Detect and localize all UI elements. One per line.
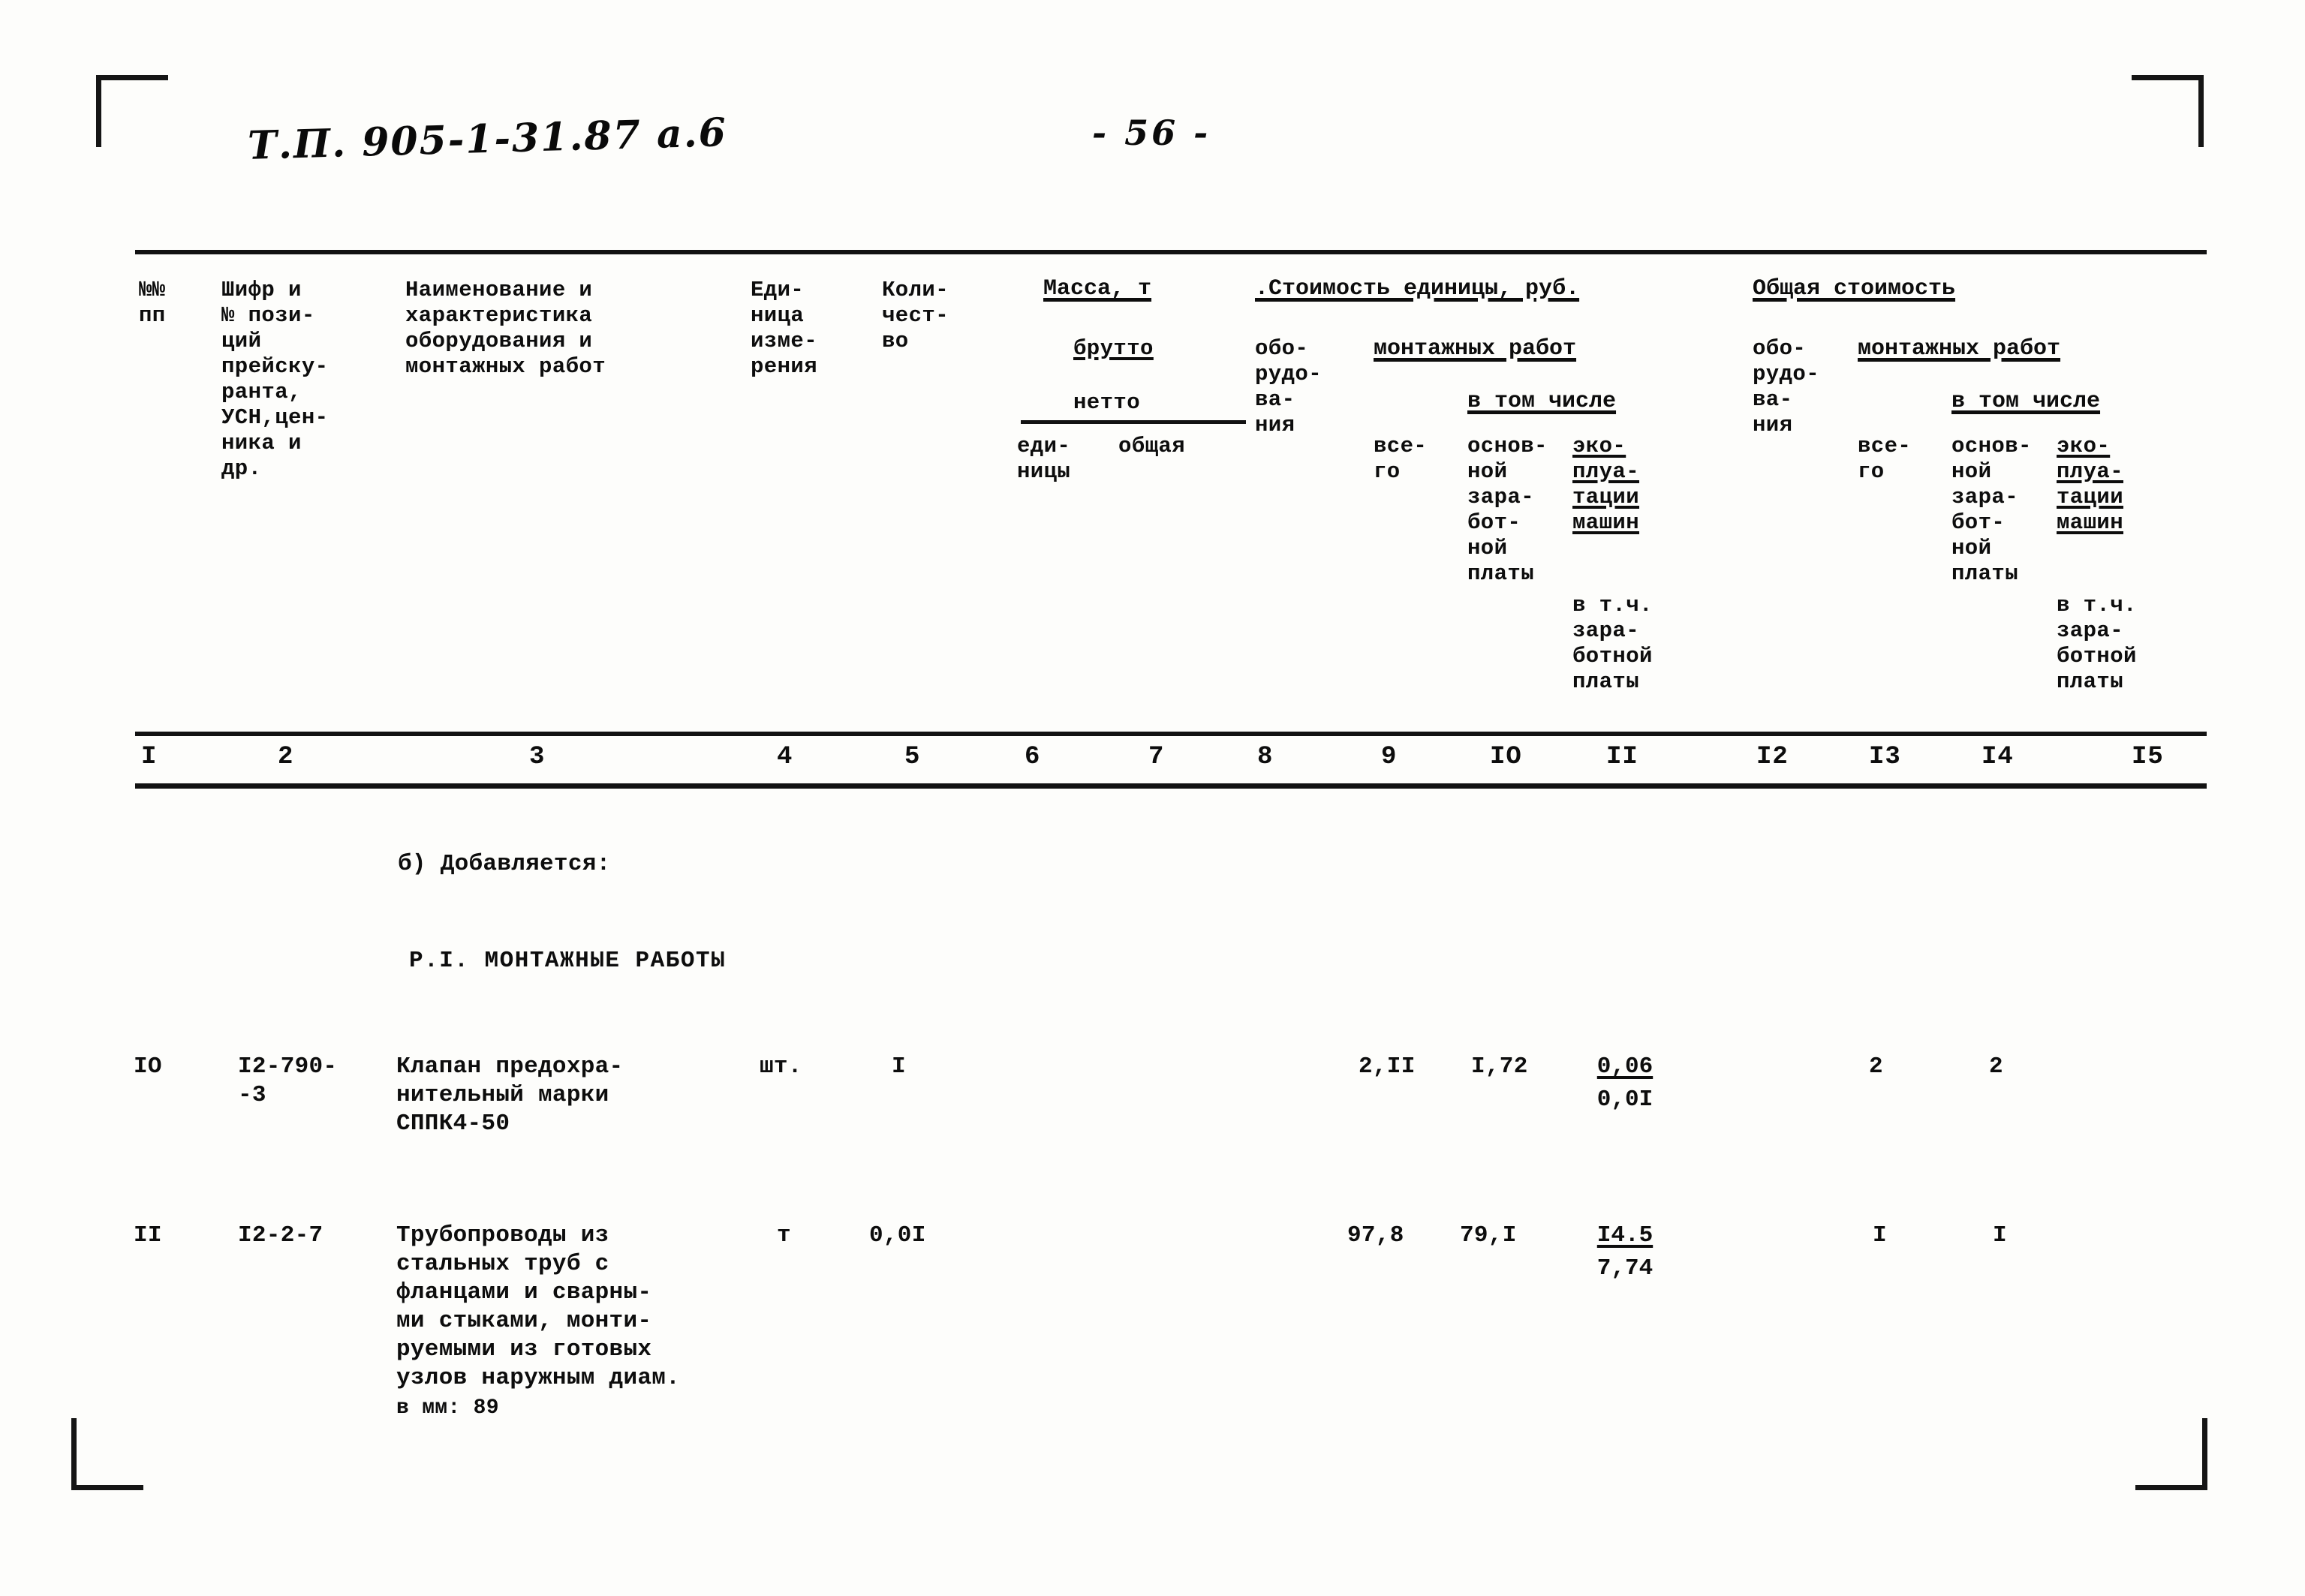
table-rule-top: [135, 250, 2207, 254]
row-11-col-9: 97,8: [1347, 1222, 1404, 1249]
row-11-name: Трубопроводы из стальных труб с фланцами…: [396, 1222, 681, 1391]
crop-mark-bottom-left: [71, 1418, 143, 1490]
row-11-col-10: 79,I: [1460, 1222, 1517, 1249]
column-number-4: 4: [777, 743, 793, 771]
header-equipment-total-cost: обо- рудо- ва- ния: [1753, 336, 1820, 437]
row-10-col-10: I,72: [1471, 1053, 1528, 1080]
header-col-3: Наименование и характеристика оборудован…: [405, 278, 606, 379]
header-machine-wage-total: в т.ч. зара- ботной платы: [2057, 593, 2137, 694]
header-machine-wage-unit: в т.ч. зара- ботной платы: [1572, 593, 1653, 694]
table-rule-middle: [135, 732, 2207, 736]
column-number-15: I5: [2132, 743, 2164, 771]
crop-mark-bottom-right: [2135, 1418, 2207, 1490]
header-mass-netto: нетто: [1073, 390, 1141, 415]
section-note: б) Добавляется:: [398, 851, 611, 877]
row-10-col-11-top: 0,06: [1596, 1053, 1654, 1080]
page-number: - 56 -: [1092, 113, 1211, 153]
row-10-col-14: 2: [1989, 1053, 2003, 1080]
row-10-name: Клапан предохра- нительный марки СППК4-5…: [396, 1053, 624, 1137]
row-11-number: II: [134, 1222, 162, 1249]
row-10-quantity: I: [892, 1053, 906, 1080]
row-11-name-last: в мм: 89: [396, 1396, 499, 1420]
column-number-8: 8: [1257, 743, 1274, 771]
row-10-number: IO: [134, 1053, 162, 1080]
header-col-5: Коли- чест- во: [882, 278, 949, 353]
header-col-1: №№ пп: [139, 278, 166, 328]
header-equipment-unit-cost: обо- рудо- ва- ния: [1255, 336, 1323, 437]
column-number-10: IO: [1490, 743, 1522, 771]
header-install-works-total: монтажных работ: [1858, 336, 2061, 362]
scanned-page: Т.П. 905-1-31.87 а.6 - 56 - №№ пп Шифр и…: [0, 0, 2305, 1596]
row-10-col-9: 2,II: [1359, 1053, 1416, 1080]
row-11-code: I2-2-7: [238, 1222, 323, 1249]
row-10-code: I2-790- -3: [238, 1053, 338, 1108]
row-11-col-13: I: [1873, 1222, 1887, 1249]
row-10-unit: шт.: [760, 1053, 802, 1080]
document-code: Т.П. 905-1-31.87 а.6: [247, 110, 728, 169]
row-11-col-11: I4.5 7,74: [1572, 1222, 1678, 1283]
header-basic-wage-total: основ- ной зара- бот- ной платы: [1951, 434, 2032, 586]
header-among-which-unit: в том числе: [1467, 389, 1617, 414]
row-10-col-13: 2: [1869, 1053, 1883, 1080]
column-number-6: 6: [1025, 743, 1041, 771]
header-col-4: Еди- ница изме- рения: [751, 278, 818, 379]
row-11-col-11-bottom: 7,74: [1596, 1255, 1654, 1282]
header-among-which-total: в том числе: [1951, 389, 2101, 414]
header-total-unit: все- го: [1374, 434, 1428, 484]
column-number-5: 5: [904, 743, 921, 771]
header-unit-cost-group: .Стоимость единицы, руб.: [1255, 276, 1580, 302]
column-number-12: I2: [1756, 743, 1789, 771]
row-10-col-11-bottom: 0,0I: [1596, 1087, 1654, 1113]
header-total-total: все- го: [1858, 434, 1912, 484]
header-mass-group: Масса, т: [1043, 276, 1152, 302]
row-11-col-14: I: [1993, 1222, 2007, 1249]
column-number-13: I3: [1869, 743, 1901, 771]
row-10-col-11: 0,06 0,0I: [1572, 1053, 1678, 1114]
row-11-unit: т: [777, 1222, 791, 1249]
row-11-col-11-top: I4.5: [1596, 1222, 1654, 1249]
column-number-2: 2: [278, 743, 294, 771]
header-mass-unit: еди- ницы: [1017, 434, 1071, 484]
table-rule-bottom: [135, 783, 2207, 789]
header-col-2: Шифр и № пози- ций прейску- ранта, УСН,ц…: [221, 278, 329, 481]
header-basic-wage-unit: основ- ной зара- бот- ной платы: [1467, 434, 1548, 586]
column-number-14: I4: [1982, 743, 2014, 771]
column-number-3: 3: [529, 743, 546, 771]
header-machine-operation-unit: эко- плуа- тации машин: [1572, 434, 1640, 535]
section-title: Р.I. МОНТАЖНЫЕ РАБОТЫ: [409, 948, 727, 974]
header-mass-brutto: брутто: [1073, 336, 1154, 361]
column-number-9: 9: [1381, 743, 1398, 771]
crop-mark-top-left: [96, 75, 168, 147]
header-mass-total: общая: [1118, 434, 1186, 458]
mass-netto-underline: [1021, 420, 1246, 424]
header-machine-operation-total: эко- плуа- тации машин: [2057, 434, 2124, 535]
header-install-works-unit: монтажных работ: [1374, 336, 1577, 362]
column-number-7: 7: [1148, 743, 1165, 771]
header-total-cost-group: Общая стоимость: [1753, 276, 1956, 302]
row-11-quantity: 0,0I: [869, 1222, 926, 1249]
column-number-1: I: [141, 743, 158, 771]
column-number-11: II: [1606, 743, 1638, 771]
crop-mark-top-right: [2132, 75, 2204, 147]
